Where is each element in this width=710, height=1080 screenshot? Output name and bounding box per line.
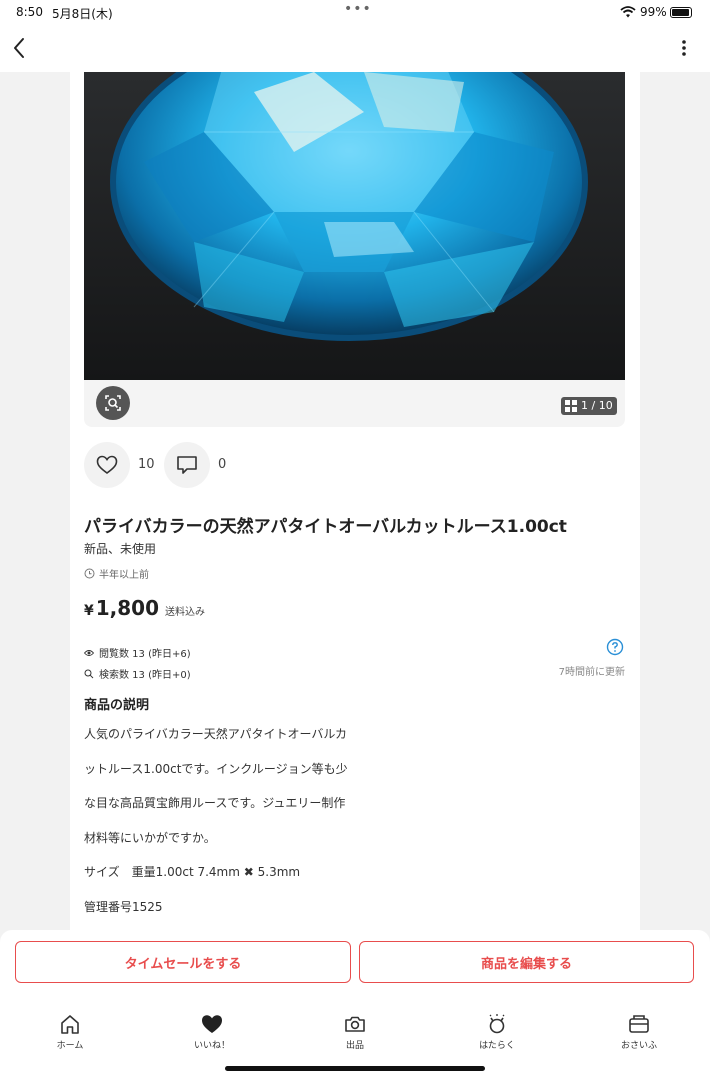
views-text: 閲覧数 13 (昨日+6)	[99, 649, 191, 660]
description-heading: 商品の説明	[84, 698, 150, 713]
heart-icon	[202, 1015, 222, 1033]
item-detail-content: 1 / 10 10 0 パライバカラーの天然アパタイトオーバルカットルース1.0…	[70, 72, 640, 932]
eye-icon	[84, 649, 94, 656]
tab-wallet-label: おさいふ	[620, 1041, 657, 1051]
tab-work-label: はたらく	[479, 1041, 515, 1051]
tab-likes[interactable]: いいね！	[172, 1013, 252, 1053]
tab-sell[interactable]: 出品	[315, 1013, 395, 1053]
tab-wallet[interactable]: おさいふ	[599, 1013, 679, 1053]
tab-home[interactable]: ホーム	[30, 1013, 110, 1053]
home-indicator[interactable]	[225, 1066, 485, 1071]
shipping-label: 送料込み	[165, 607, 206, 618]
like-button[interactable]	[84, 442, 130, 488]
updated-time: 7時間前に更新	[558, 667, 625, 678]
image-search-button[interactable]	[96, 386, 130, 420]
description-line: 人気のパライバカラー天然アパタイトオーバルカ	[84, 727, 348, 741]
comment-icon	[177, 456, 197, 474]
description-line: サイズ 重量1.00ct 7.4mm ✖ 5.3mm	[84, 865, 301, 879]
tab-work[interactable]: はたらく	[457, 1013, 537, 1053]
status-time: 8:50	[16, 5, 43, 19]
wifi-icon	[620, 6, 636, 18]
price-row: ¥ 1,800 送料込み	[84, 596, 205, 620]
more-vertical-icon[interactable]	[670, 34, 698, 62]
tab-likes-label: いいね！	[193, 1041, 230, 1051]
price-currency: ¥	[84, 603, 94, 619]
back-chevron-icon[interactable]	[6, 32, 36, 64]
time-sale-button[interactable]: タイムセールをする	[15, 941, 351, 983]
bottom-panel: タイムセールをする 商品を編集する ホーム いいね！ 出品 はたらく おさいふ	[0, 930, 710, 1080]
action-row: 10 0	[84, 442, 625, 490]
work-icon	[489, 1014, 505, 1034]
photo-toolbar: 1 / 10	[84, 380, 625, 427]
heart-outline-icon	[96, 455, 118, 474]
comment-button[interactable]	[164, 442, 210, 488]
home-icon	[61, 1015, 79, 1034]
comment-count: 0	[218, 457, 227, 472]
description-line: な目な高品質宝飾用ルースです。ジュエリー制作	[84, 796, 346, 810]
wallet-icon	[629, 1015, 649, 1033]
edit-item-button[interactable]: 商品を編集する	[359, 941, 694, 983]
tab-sell-label: 出品	[345, 1041, 364, 1051]
views-stat: 閲覧数 13 (昨日+6)	[84, 642, 191, 663]
item-photo[interactable]	[84, 72, 625, 380]
item-title: パライバカラーの天然アパタイトオーバルカットルース1.00ct	[84, 517, 567, 537]
posted-time: 半年以上前	[84, 566, 149, 581]
item-condition: 新品、未使用	[84, 542, 157, 556]
image-search-icon	[105, 395, 121, 411]
description-line: ットルース1.00ctです。インクルージョン等も少	[84, 761, 348, 776]
battery-icon	[670, 7, 692, 18]
like-count: 10	[138, 457, 155, 472]
searches-text: 検索数 13 (昨日+0)	[99, 670, 191, 681]
searches-stat: 検索数 13 (昨日+0)	[84, 663, 191, 684]
photo-page-indicator: 1 / 10	[581, 399, 613, 412]
status-date: 5月8日(木)	[52, 7, 113, 21]
item-description: 人気のパライバカラー天然アパタイトオーバルカ ットルース1.00ctです。インク…	[84, 724, 625, 931]
tab-home-label: ホーム	[56, 1041, 84, 1051]
price-value: 1,800	[95, 596, 160, 620]
item-stats: 閲覧数 13 (昨日+6) 検索数 13 (昨日+0)	[84, 642, 191, 684]
description-line: 材料等にいかがですか。	[84, 830, 216, 845]
nav-bar	[0, 26, 710, 72]
description-line: 管理番号1525	[84, 899, 163, 914]
photo-page-badge: 1 / 10	[561, 397, 617, 415]
grid-icon	[565, 400, 577, 412]
help-icon[interactable]	[606, 638, 624, 656]
multitask-dots[interactable]: •••	[344, 1, 372, 17]
battery-percent: 99%	[640, 5, 667, 19]
clock-icon	[84, 568, 95, 579]
camera-icon	[345, 1016, 365, 1032]
photo-gallery: 1 / 10	[84, 72, 625, 427]
status-bar: 8:50 5月8日(木) ••• 99%	[0, 0, 710, 26]
posted-time-label: 半年以上前	[99, 570, 149, 581]
search-icon	[84, 669, 94, 678]
tab-bar: ホーム いいね！ 出品 はたらく おさいふ	[0, 1013, 710, 1053]
gemstone-image	[84, 72, 625, 380]
